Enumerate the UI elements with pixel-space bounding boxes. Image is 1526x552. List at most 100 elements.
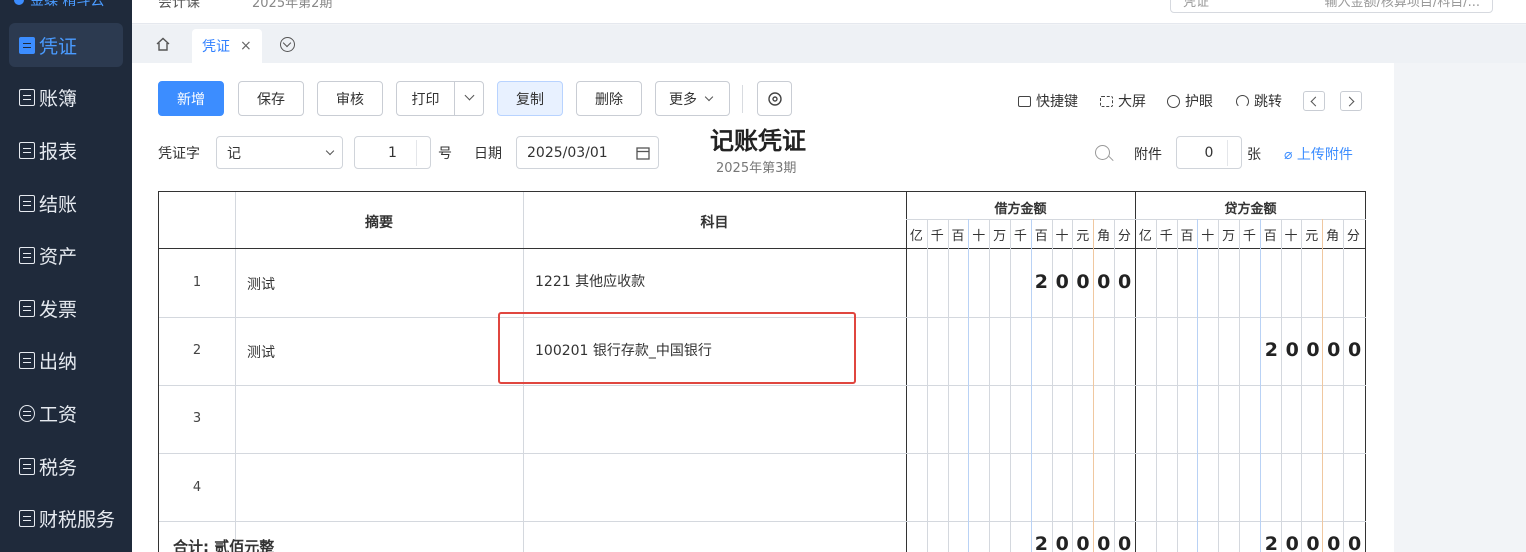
sidebar-item-services[interactable]: 财税服务 (9, 496, 123, 540)
logo: 金蝶 精斗云 (14, 0, 104, 12)
save-button[interactable]: 保存 (238, 81, 304, 116)
logo-icon (14, 0, 24, 5)
debit-header: 借方金额 (994, 202, 1047, 217)
sidebar-item-payroll[interactable]: 工资 (9, 391, 123, 435)
digit-line (989, 219, 991, 552)
search-icon[interactable] (1095, 145, 1110, 160)
digit-header: 角 (1097, 229, 1111, 244)
summary-header: 摘要 (365, 215, 393, 231)
sidebar-item-ledger[interactable]: 账簿 (9, 75, 123, 119)
grid-line (1135, 192, 1136, 552)
digit-line (1322, 219, 1324, 552)
account-cell[interactable]: 1221 其他应收款 (535, 271, 645, 291)
sidebar-item-invoices[interactable]: 发票 (9, 286, 123, 330)
digit-header: 十 (1284, 229, 1298, 244)
voucher-word-value: 记 (227, 145, 241, 162)
digit-header: 百 (951, 229, 965, 244)
voucher-title: 记账凭证 (710, 127, 806, 155)
print-button[interactable]: 打印 (397, 82, 455, 115)
grid-line (159, 248, 1366, 249)
voucher-number-stepper[interactable]: 1 (354, 136, 431, 169)
digit-header: 百 (1034, 229, 1048, 244)
total-label: 合计: 贰佰元整 (173, 538, 275, 552)
digit-line (1259, 219, 1261, 552)
upload-attachment-link[interactable]: ⌀ 上传附件 (1284, 144, 1353, 164)
print-split-button[interactable]: 打印 (396, 81, 484, 116)
voucher-panel: 新增 保存 审核 打印 复制 删除 更多 快捷键 大屏 护眼 跳转 凭证字 记 … (132, 63, 1394, 552)
sidebar-item-cashier[interactable]: 出纳 (9, 338, 123, 382)
debit-amount[interactable]: 20000 (1031, 271, 1135, 293)
settings-button[interactable] (757, 81, 792, 116)
more-label: 更多 (669, 91, 697, 108)
upload-label: 上传附件 (1296, 147, 1353, 163)
home-icon[interactable] (156, 37, 170, 51)
chevron-down-icon (325, 146, 335, 156)
account-set-selector[interactable]: 会计课 (158, 0, 200, 12)
tab-voucher[interactable]: 凭证 × (192, 29, 262, 63)
attachment-count: 0 (1204, 144, 1214, 161)
attachment-label: 附件 (1134, 147, 1162, 163)
print-dropdown[interactable] (455, 82, 483, 115)
digit-header: 千 (1159, 229, 1173, 244)
eye-icon (1167, 94, 1180, 108)
jump-icon (1236, 94, 1249, 108)
jump-tool[interactable]: 跳转 (1236, 91, 1282, 111)
sidebar-item-label: 凭证 (39, 35, 78, 58)
digit-line (1239, 219, 1240, 552)
stepper-arrows-icon[interactable] (416, 140, 428, 166)
eye-care-label: 护眼 (1185, 94, 1213, 110)
calendar-icon (636, 147, 650, 160)
digit-line (968, 219, 970, 552)
sidebar-item-voucher[interactable]: 凭证 (9, 23, 123, 67)
prev-voucher-button[interactable] (1303, 91, 1325, 111)
digit-line (1280, 219, 1282, 552)
gear-icon (767, 91, 782, 106)
delete-button[interactable]: 删除 (576, 81, 642, 116)
chevron-down-icon (704, 92, 714, 102)
grid-line (906, 192, 907, 552)
row-number: 4 (192, 480, 202, 495)
search-type[interactable]: 凭证 (1183, 0, 1209, 10)
close-icon[interactable]: × (240, 38, 252, 54)
digit-line (1155, 219, 1157, 552)
book-icon (19, 88, 35, 106)
voucher-word-select[interactable]: 记 (216, 136, 343, 169)
sidebar-item-label: 财税服务 (39, 508, 116, 531)
digit-header: 千 (930, 229, 944, 244)
more-button[interactable]: 更多 (655, 81, 730, 116)
shortcuts-tool[interactable]: 快捷键 (1018, 91, 1078, 111)
summary-cell[interactable]: 测试 (247, 274, 275, 294)
sidebar-item-closing[interactable]: 结账 (9, 181, 123, 225)
global-search[interactable]: 凭证 输入金额/核算项目/科目/... (1170, 0, 1493, 13)
add-button[interactable]: 新增 (158, 81, 224, 116)
voucher-number-suffix: 号 (438, 146, 452, 162)
stepper-arrows-icon[interactable] (1227, 140, 1239, 166)
copy-button[interactable]: 复制 (497, 81, 563, 116)
next-voucher-button[interactable] (1340, 91, 1362, 111)
sidebar-item-label: 税务 (39, 456, 78, 479)
shortcuts-label: 快捷键 (1036, 94, 1078, 110)
credit-header: 贷方金额 (1224, 202, 1277, 217)
digit-line (1343, 219, 1344, 552)
summary-cell[interactable]: 测试 (247, 342, 275, 362)
search-input[interactable]: 输入金额/核算项目/科目/... (1324, 0, 1480, 10)
sidebar-item-label: 报表 (39, 140, 78, 163)
digit-header: 十 (1201, 229, 1215, 244)
date-picker[interactable]: 2025/03/01 (516, 136, 659, 169)
attachment-count-stepper[interactable]: 0 (1176, 136, 1242, 169)
sidebar-item-tax[interactable]: 税务 (9, 444, 123, 488)
assets-icon (19, 246, 35, 264)
digit-header: 千 (1013, 229, 1027, 244)
credit-amount[interactable]: 20000 (1261, 339, 1365, 361)
period-label: 2025年第2期 (252, 0, 333, 11)
fullscreen-tool[interactable]: 大屏 (1100, 91, 1146, 111)
voucher-icon (19, 36, 35, 54)
sidebar-item-assets[interactable]: 资产 (9, 233, 123, 277)
eye-care-tool[interactable]: 护眼 (1167, 91, 1213, 111)
fullscreen-label: 大屏 (1118, 94, 1146, 110)
audit-button[interactable]: 审核 (317, 81, 383, 116)
digit-header: 分 (1346, 229, 1360, 244)
tab-dropdown-icon[interactable] (280, 37, 295, 52)
sidebar-item-reports[interactable]: 报表 (9, 128, 123, 172)
digit-line (1051, 219, 1053, 552)
